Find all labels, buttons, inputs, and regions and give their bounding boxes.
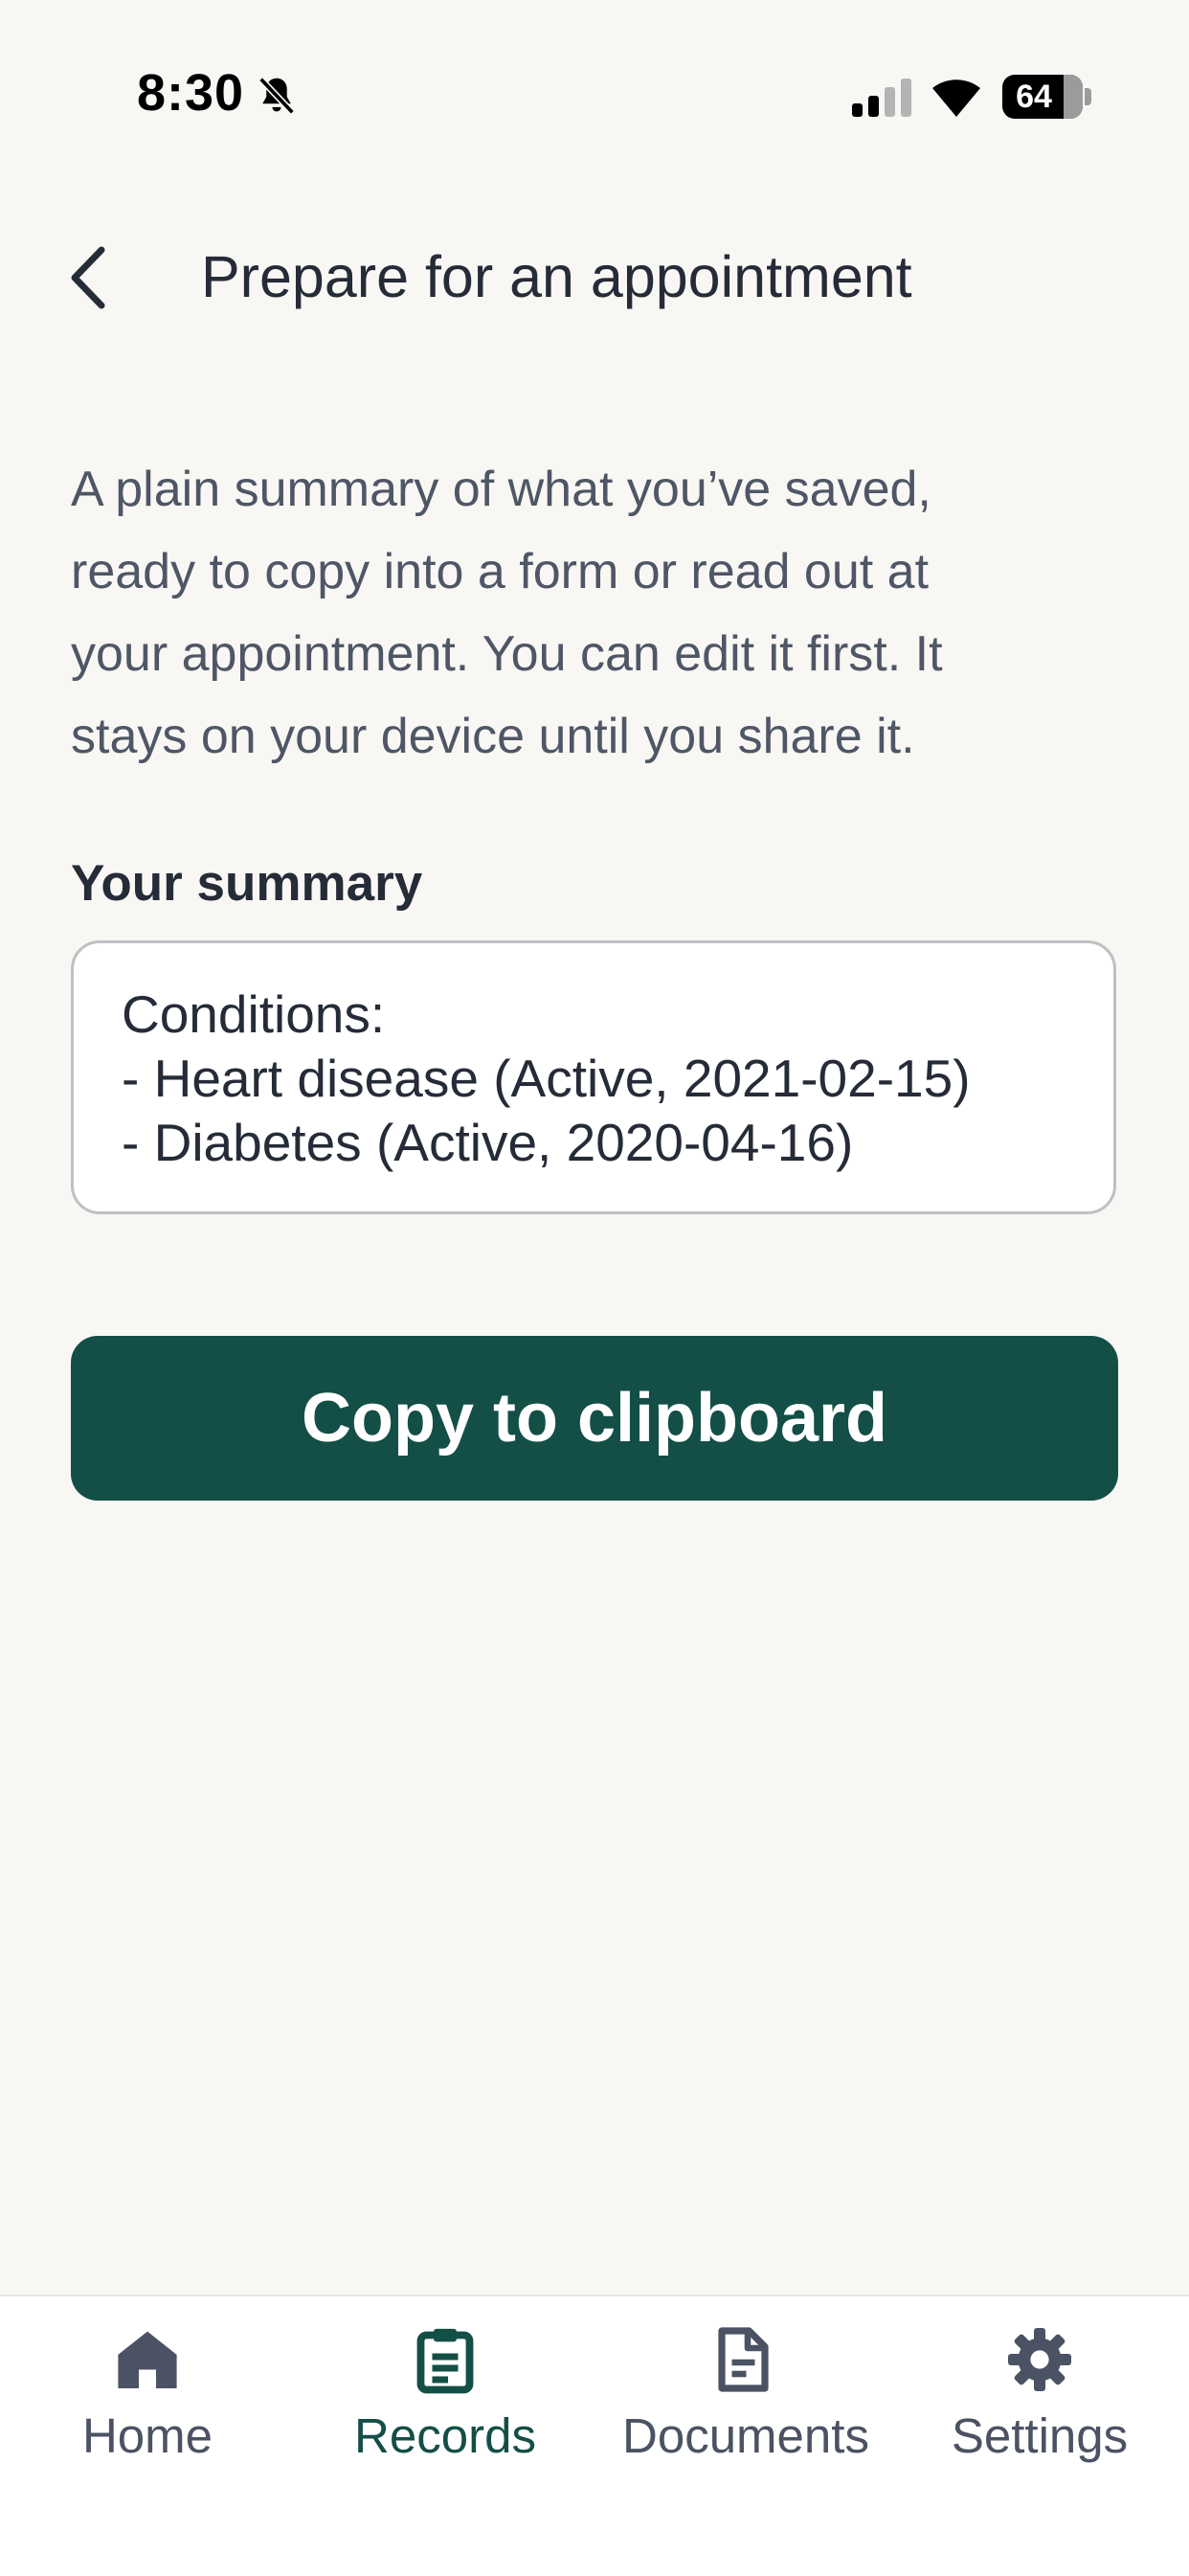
copy-to-clipboard-button[interactable]: Copy to clipboard <box>71 1336 1118 1501</box>
summary-line: - Heart disease (Active, 2021-02-15) <box>122 1049 971 1108</box>
intro-text: A plain summary of what you’ve saved, re… <box>71 448 1124 778</box>
intro-line: your appointment. You can edit it first.… <box>71 626 943 682</box>
battery-cap <box>1085 88 1091 105</box>
status-time: 8:30 <box>137 64 245 122</box>
page-title: Prepare for an appointment <box>201 244 912 309</box>
tab-bar: Home Records Documents Settings <box>0 2294 1189 2576</box>
clipboard-icon <box>416 2328 474 2394</box>
tab-label: Records <box>354 2408 536 2463</box>
tab-settings[interactable]: Settings <box>920 2325 1159 2478</box>
back-button[interactable] <box>61 239 115 316</box>
home-icon <box>118 2331 177 2388</box>
wifi-icon <box>932 79 980 117</box>
tab-label: Settings <box>951 2408 1129 2463</box>
tab-home[interactable]: Home <box>28 2325 267 2478</box>
bell-slash-icon <box>258 77 295 115</box>
tab-records[interactable]: Records <box>325 2325 565 2478</box>
summary-line: - Diabetes (Active, 2020-04-16) <box>122 1113 854 1172</box>
summary-textarea[interactable]: Conditions: - Heart disease (Active, 202… <box>71 940 1116 1214</box>
chevron-left-icon <box>71 246 105 309</box>
tab-label: Documents <box>622 2408 869 2463</box>
tab-documents[interactable]: Documents <box>622 2325 869 2478</box>
battery-icon: 64 <box>1002 75 1083 119</box>
summary-label: Your summary <box>71 855 423 912</box>
document-icon <box>718 2327 769 2392</box>
gear-icon <box>1008 2328 1071 2391</box>
intro-line: ready to copy into a form or read out at <box>71 544 930 599</box>
cellular-signal-icon <box>852 79 911 117</box>
intro-line: stays on your device until you share it. <box>71 709 915 764</box>
summary-line: Conditions: <box>122 984 386 1044</box>
battery-level: 64 <box>1016 79 1052 115</box>
status-bar: 8:30 64 <box>0 0 1189 192</box>
tab-label: Home <box>81 2408 213 2463</box>
intro-line: A plain summary of what you’ve saved, <box>71 462 931 517</box>
